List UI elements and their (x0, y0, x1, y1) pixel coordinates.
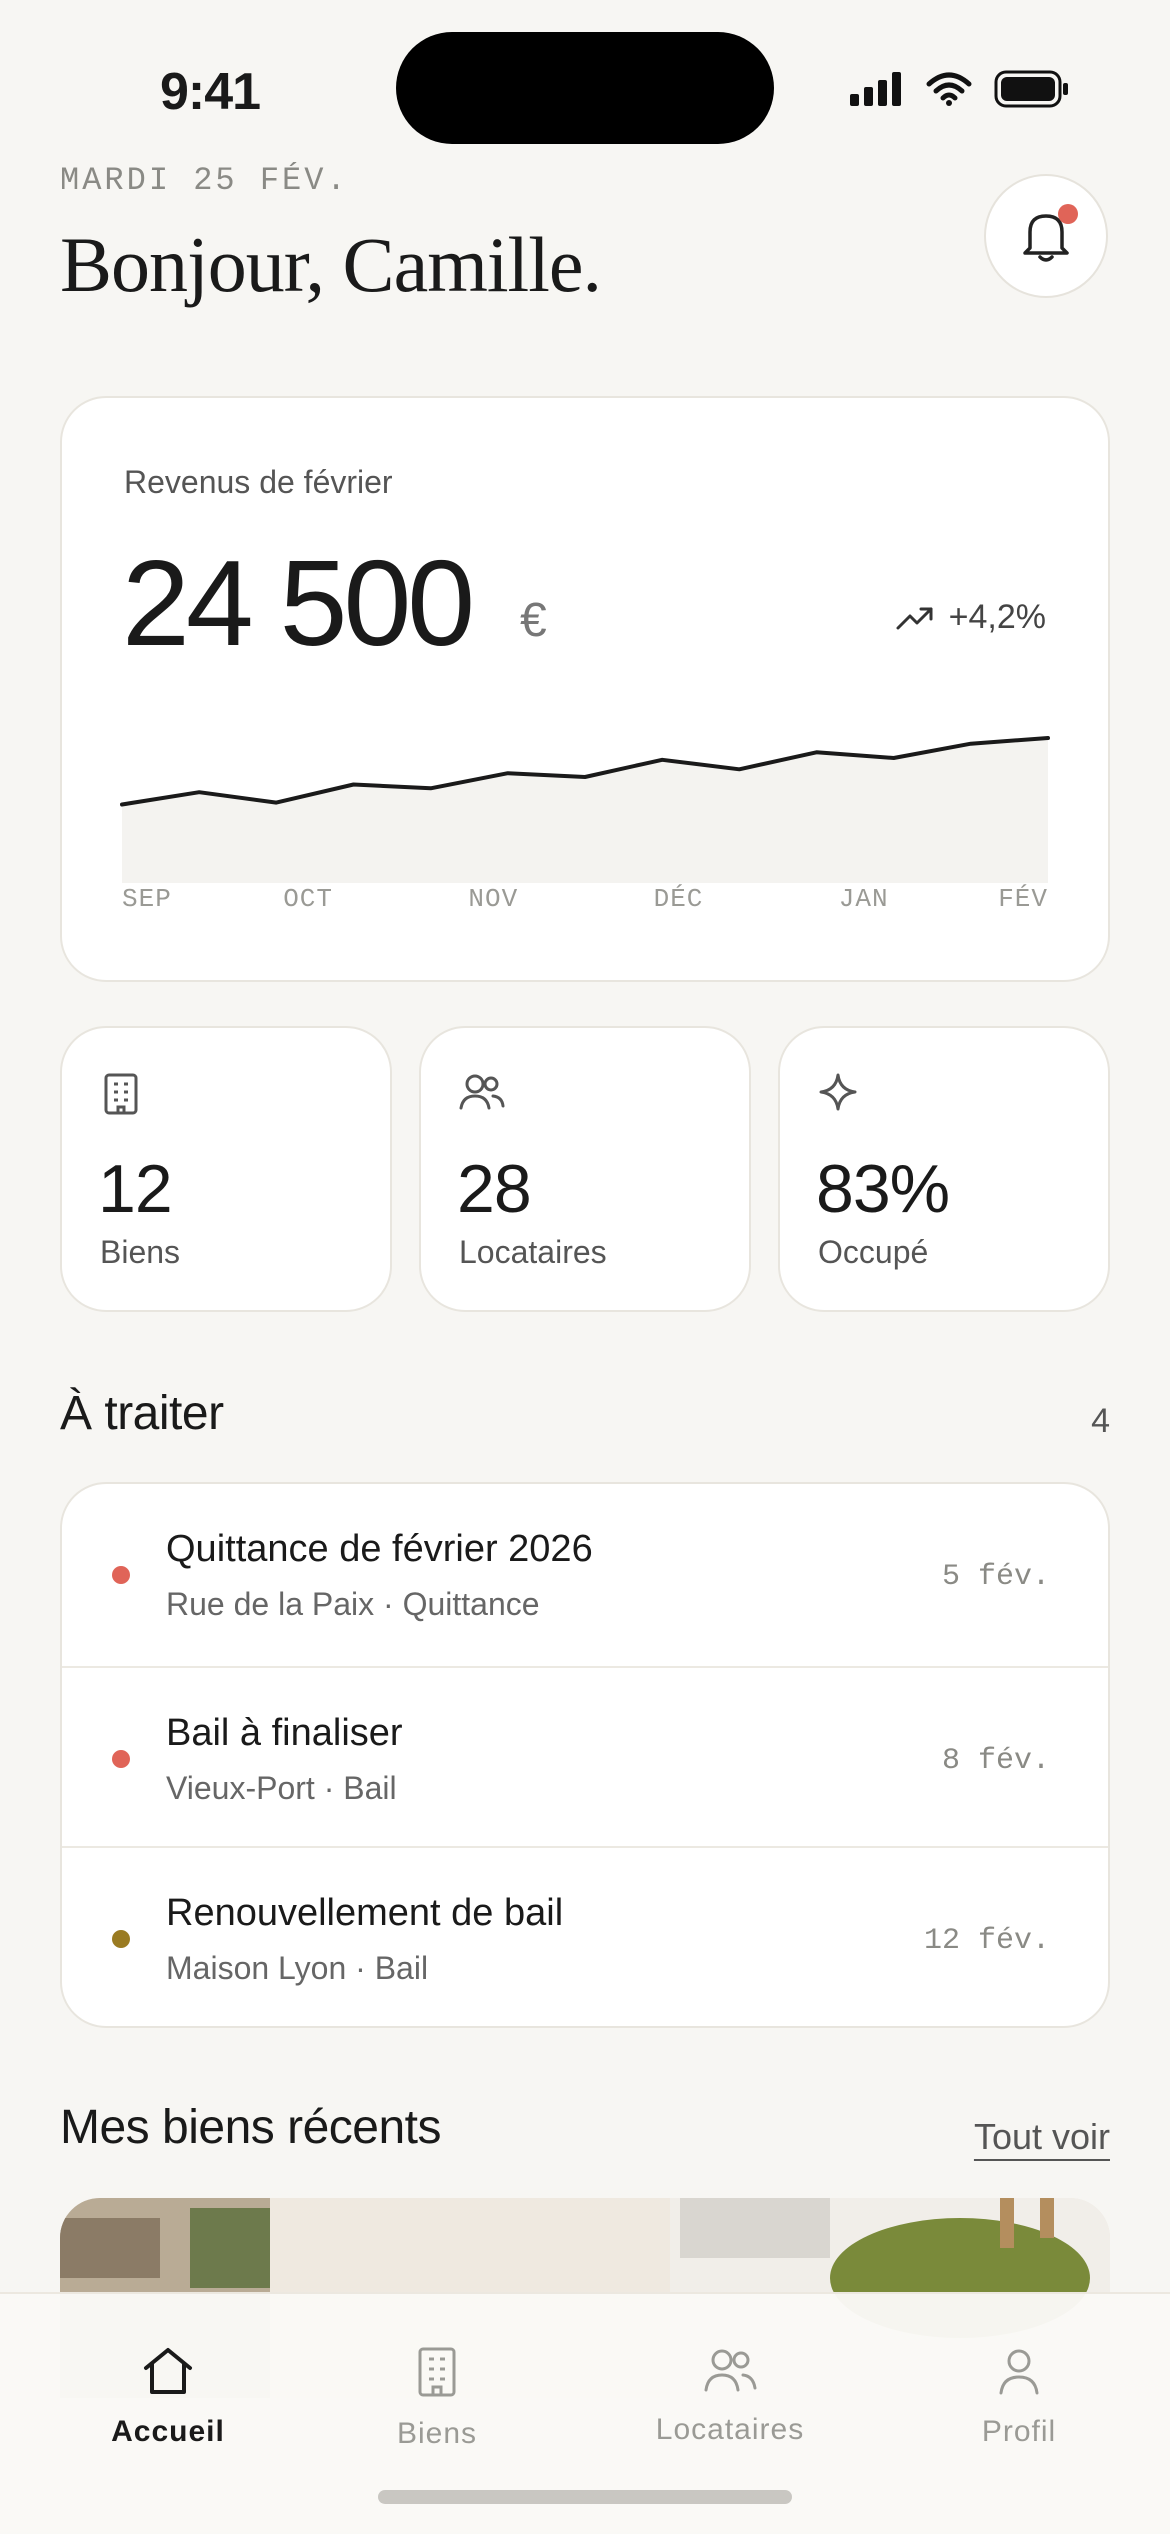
building-icon (418, 2347, 456, 2397)
todo-item[interactable]: Renouvellement de bail Maison Lyon · Bai… (62, 1846, 1108, 2026)
stat-label: Locataires (459, 1234, 607, 1270)
home-icon (144, 2348, 192, 2394)
see-all-link[interactable]: Tout voir (974, 2116, 1110, 2158)
notifications-button[interactable] (984, 174, 1108, 298)
status-icons (850, 70, 1070, 108)
greeting-title: Bonjour, Camille. (60, 221, 602, 308)
recent-section-title: Mes biens récents (60, 2101, 442, 2154)
todo-item-subtitle: Vieux-Port · Bail (166, 1770, 397, 1806)
status-time: 9:41 (160, 63, 261, 121)
revenue-card[interactable]: Revenus de février 24 500 € +4,2% SEP OCT… (60, 396, 1110, 982)
todo-item-title: Quittance de février 2026 (166, 1528, 593, 1570)
month-tick-label: FÉV (998, 884, 1048, 914)
todo-item-subtitle: Rue de la Paix · Quittance (166, 1586, 540, 1622)
revenue-delta: +4,2% (895, 598, 1046, 637)
stat-card-tenants[interactable]: 28 Locataires (419, 1026, 751, 1312)
priority-dot (112, 1750, 130, 1768)
revenue-chart (120, 736, 1050, 883)
signal-icon (850, 72, 901, 106)
todo-item-title: Bail à finaliser (166, 1712, 403, 1754)
revenue-area (122, 738, 1048, 883)
todo-item-date: 8 fév. (941, 1744, 1050, 1778)
tab-label: Accueil (111, 2415, 225, 2448)
stat-value: 83% (816, 1151, 950, 1227)
tab-label: Profil (981, 2415, 1057, 2448)
month-tick-label: OCT (283, 884, 333, 914)
todo-item[interactable]: Quittance de février 2026 Rue de la Paix… (62, 1484, 1108, 1664)
building-icon (104, 1073, 138, 1115)
month-tick-label: NOV (468, 884, 519, 914)
tab-profile[interactable]: Profil (909, 2346, 1129, 2449)
users-icon (459, 1074, 505, 1110)
person-icon (999, 2349, 1039, 2395)
stat-card-occupancy[interactable]: 83% Occupé (778, 1026, 1110, 1312)
month-tick-label: SEP (122, 884, 172, 914)
todo-count: 4 (1091, 1402, 1110, 1440)
stat-card-properties[interactable]: 12 Biens (60, 1026, 392, 1312)
priority-dot (112, 1566, 130, 1584)
tab-properties[interactable]: Biens (327, 2346, 547, 2451)
month-tick-label: DÉC (653, 884, 704, 914)
stat-label: Occupé (818, 1234, 929, 1270)
wifi-icon (926, 72, 972, 106)
todo-item[interactable]: Bail à finaliser Vieux-Port · Bail 8 fév… (62, 1666, 1108, 1846)
revenue-amount: 24 500 (122, 535, 475, 671)
tab-tenants[interactable]: Locataires (620, 2346, 840, 2447)
todo-item-subtitle: Maison Lyon · Bail (166, 1950, 429, 1986)
dynamic-island (396, 32, 774, 144)
revenue-delta-value: +4,2% (948, 598, 1046, 636)
tab-label: Locataires (655, 2413, 805, 2446)
users-icon (704, 2349, 757, 2392)
todo-list: Quittance de février 2026 Rue de la Paix… (60, 1482, 1110, 2028)
date-label: MARDI 25 FÉV. (60, 162, 349, 199)
stat-value: 12 (98, 1151, 173, 1227)
trend-up-icon (896, 607, 933, 629)
stat-label: Biens (100, 1234, 181, 1270)
tab-home[interactable]: Accueil (58, 2346, 278, 2449)
revenue-label: Revenus de février (124, 464, 393, 500)
month-tick-label: JAN (838, 884, 889, 914)
todo-item-date: 12 fév. (923, 1924, 1050, 1958)
todo-item-title: Renouvellement de bail (166, 1892, 564, 1934)
sparkle-icon (819, 1073, 857, 1111)
revenue-currency: € (520, 594, 547, 647)
home-indicator (378, 2490, 792, 2504)
todo-section-title: À traiter (60, 1387, 224, 1440)
battery-icon (994, 70, 1068, 108)
tab-label: Biens (396, 2417, 478, 2450)
notification-badge (1058, 204, 1078, 224)
todo-item-date: 5 fév. (941, 1560, 1050, 1594)
stat-value: 28 (457, 1151, 532, 1227)
priority-dot (112, 1930, 130, 1948)
